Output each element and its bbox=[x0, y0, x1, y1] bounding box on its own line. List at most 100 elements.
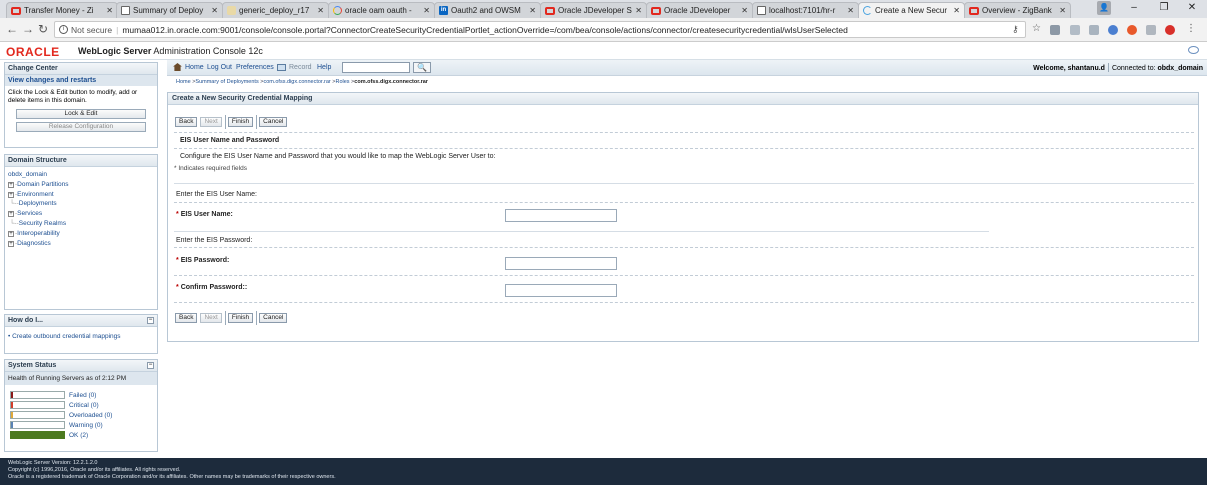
tree-item-domain-partitions[interactable]: + -Domain Partitions bbox=[8, 180, 154, 190]
health-summary: Health of Running Servers as of 2:12 PM bbox=[5, 372, 157, 385]
breadcrumb-summary[interactable]: Summary of Deployments bbox=[195, 79, 258, 85]
browser-menu-icon[interactable]: ⋮ bbox=[1186, 23, 1196, 34]
health-label[interactable]: Critical (0) bbox=[69, 402, 99, 409]
eis-user-name-label: * EIS User Name: bbox=[176, 211, 233, 218]
close-icon[interactable]: ✕ bbox=[1059, 6, 1066, 15]
next-button[interactable]: Next bbox=[200, 117, 222, 127]
expand-icon[interactable]: + bbox=[8, 191, 14, 198]
browser-tab[interactable]: Oracle JDeveloper S ✕ bbox=[540, 2, 647, 18]
health-label[interactable]: OK (2) bbox=[69, 432, 88, 439]
product-title: WebLogic Server Administration Console 1… bbox=[78, 46, 263, 56]
search-button[interactable]: 🔍 bbox=[413, 62, 431, 73]
extension-icon[interactable] bbox=[1146, 25, 1156, 35]
browser-tab[interactable]: Summary of Deploy ✕ bbox=[116, 2, 223, 18]
collapse-icon[interactable]: − bbox=[147, 317, 154, 324]
browser-tab[interactable]: Transfer Money - Zi ✕ bbox=[6, 2, 118, 18]
expand-icon[interactable]: + bbox=[8, 230, 14, 237]
record-link[interactable]: Record bbox=[289, 64, 312, 71]
tree-item-security-realms[interactable]: └--Security Realms bbox=[8, 219, 154, 229]
minimize-icon[interactable]: – bbox=[1121, 1, 1147, 15]
finish-button[interactable]: Finish bbox=[227, 117, 254, 127]
home-link[interactable]: Home bbox=[185, 64, 204, 71]
close-icon[interactable]: ✕ bbox=[211, 6, 218, 15]
back-arrow-icon[interactable]: ← bbox=[6, 23, 18, 35]
tree-item-interoperability[interactable]: + -Interoperability bbox=[8, 229, 154, 239]
oracle-icon bbox=[969, 6, 979, 15]
health-bar bbox=[10, 431, 65, 439]
extension-icon[interactable] bbox=[1050, 25, 1060, 35]
expand-icon[interactable]: + bbox=[8, 240, 14, 247]
bookmark-star-icon[interactable]: ☆ bbox=[1032, 23, 1041, 34]
help-link[interactable]: Help bbox=[317, 64, 331, 71]
logout-link[interactable]: Log Out bbox=[207, 64, 232, 71]
finish-button[interactable]: Finish bbox=[227, 313, 254, 323]
close-icon[interactable]: ✕ bbox=[317, 6, 324, 15]
restore-icon[interactable]: ❐ bbox=[1151, 1, 1177, 15]
home-icon[interactable] bbox=[173, 63, 182, 71]
domain-tree: obdx_domain + -Domain Partitions + -Enviro… bbox=[5, 167, 157, 251]
close-icon[interactable]: ✕ bbox=[953, 6, 960, 15]
collapse-icon[interactable]: − bbox=[147, 362, 154, 369]
breadcrumb-rar[interactable]: com.ofss.digx.connector.rar bbox=[263, 79, 330, 85]
close-icon[interactable]: ✕ bbox=[741, 6, 748, 15]
expand-icon[interactable]: + bbox=[8, 211, 14, 218]
browser-tab[interactable]: Oracle JDeveloper ✕ bbox=[646, 2, 753, 18]
browser-tab[interactable]: Overview - ZigBank ✕ bbox=[964, 2, 1071, 18]
info-icon[interactable]: i bbox=[59, 25, 68, 34]
health-label[interactable]: Failed (0) bbox=[69, 392, 96, 399]
next-button[interactable]: Next bbox=[200, 313, 222, 323]
tab-title: generic_deploy_r17 bbox=[239, 6, 310, 15]
health-label[interactable]: Warning (0) bbox=[69, 422, 103, 429]
browser-tab[interactable]: in Oauth2 and OWSM ✕ bbox=[434, 2, 541, 18]
eis-user-name-input[interactable] bbox=[505, 209, 617, 222]
close-icon[interactable]: ✕ bbox=[529, 6, 536, 15]
forward-arrow-icon[interactable]: → bbox=[22, 23, 34, 35]
extension-icon[interactable] bbox=[1108, 25, 1118, 35]
release-configuration-button[interactable]: Release Configuration bbox=[16, 122, 146, 132]
close-icon[interactable]: ✕ bbox=[847, 6, 854, 15]
profile-icon[interactable]: 👤 bbox=[1097, 1, 1111, 15]
reload-icon[interactable]: ↻ bbox=[38, 23, 48, 35]
browser-tab[interactable]: localhost:7101/hr-r ✕ bbox=[752, 2, 859, 18]
breadcrumb-home[interactable]: Home bbox=[176, 79, 191, 85]
create-outbound-credential-link[interactable]: • Create outbound credential mappings bbox=[5, 327, 157, 346]
tree-item-deployments[interactable]: └--Deployments bbox=[8, 199, 154, 209]
health-row-critical: Critical (0) bbox=[5, 400, 157, 410]
eis-password-input[interactable] bbox=[505, 257, 617, 270]
close-icon[interactable]: ✕ bbox=[423, 6, 430, 15]
tree-item-services[interactable]: + -Services bbox=[8, 209, 154, 219]
breadcrumb-roles[interactable]: Roles bbox=[335, 79, 349, 85]
browser-tab-active[interactable]: Create a New Secur ✕ bbox=[858, 2, 965, 18]
tree-item-diagnostics[interactable]: + -Diagnostics bbox=[8, 239, 154, 249]
back-button[interactable]: Back bbox=[175, 117, 198, 127]
browser-tab[interactable]: oracle oam oauth - ✕ bbox=[328, 2, 435, 18]
user-name: shantanu.d bbox=[1067, 65, 1105, 72]
url-input[interactable]: i Not secure | mumaa012.in.oracle.com:90… bbox=[54, 21, 1026, 38]
key-icon[interactable]: ⚷ bbox=[1012, 24, 1019, 35]
extension-icon[interactable] bbox=[1089, 25, 1099, 35]
change-center-text: Click the Lock & Edit button to modify, … bbox=[8, 89, 138, 104]
browser-tab[interactable]: generic_deploy_r17 ✕ bbox=[222, 2, 329, 18]
cancel-button[interactable]: Cancel bbox=[259, 117, 288, 127]
tree-item-environment[interactable]: + -Environment bbox=[8, 190, 154, 200]
search-input[interactable] bbox=[342, 62, 410, 73]
close-icon[interactable]: ✕ bbox=[106, 6, 113, 15]
separator: | bbox=[116, 24, 119, 35]
preferences-link[interactable]: Preferences bbox=[236, 64, 274, 71]
extension-icon[interactable] bbox=[1070, 25, 1080, 35]
back-button[interactable]: Back bbox=[175, 313, 198, 323]
tree-item-label: Diagnostics bbox=[17, 239, 51, 247]
tree-root[interactable]: obdx_domain bbox=[8, 170, 154, 180]
confirm-password-input[interactable] bbox=[505, 284, 617, 297]
expand-icon[interactable]: + bbox=[8, 181, 14, 188]
cancel-button[interactable]: Cancel bbox=[259, 313, 288, 323]
lock-edit-button[interactable]: Lock & Edit bbox=[16, 109, 146, 119]
close-icon[interactable]: ✕ bbox=[635, 6, 642, 15]
extension-icon[interactable] bbox=[1165, 25, 1175, 35]
window-close-icon[interactable]: ✕ bbox=[1179, 1, 1205, 15]
tab-title: Transfer Money - Zi bbox=[24, 6, 94, 15]
view-changes-link[interactable]: View changes and restarts bbox=[5, 75, 157, 86]
health-label[interactable]: Overloaded (0) bbox=[69, 412, 112, 419]
system-status-panel: System Status − Health of Running Servers… bbox=[4, 359, 158, 452]
extension-icon[interactable] bbox=[1127, 25, 1137, 35]
